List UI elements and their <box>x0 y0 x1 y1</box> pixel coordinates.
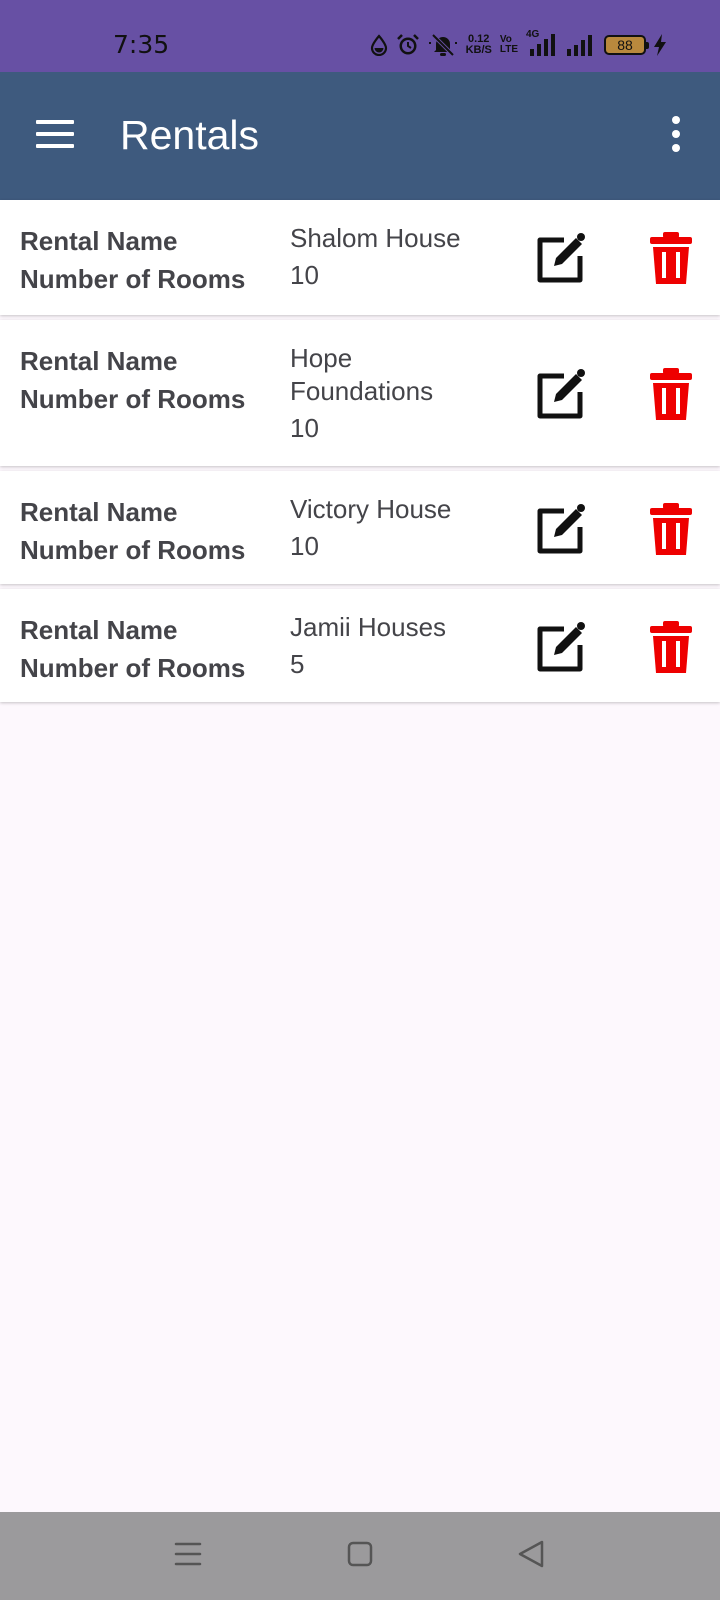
volte-bottom: LTE <box>499 44 518 55</box>
signal-icon <box>567 35 592 56</box>
rental-name-label: Rental Name <box>20 615 178 645</box>
network-speed-unit: KB/S <box>465 44 492 56</box>
rental-values: Jamii Houses 5 <box>290 611 490 681</box>
rental-name-value: Jamii Houses <box>290 612 447 642</box>
signal-4g-icon: 4G <box>526 29 558 57</box>
edit-button[interactable] <box>534 619 590 675</box>
rental-card: Rental Name Number of Rooms Jamii Houses… <box>0 589 720 702</box>
network-speed: 0.12 KB/S <box>466 34 492 56</box>
edit-button[interactable] <box>534 230 590 286</box>
page-title: Rentals <box>120 112 260 158</box>
edit-button[interactable] <box>534 501 590 557</box>
rental-card: Rental Name Number of Rooms Victory Hous… <box>0 471 720 584</box>
delete-button[interactable] <box>648 619 694 675</box>
app-bar: Rentals <box>0 72 720 200</box>
rooms-value: 10 <box>290 531 319 561</box>
edit-icon <box>537 622 585 672</box>
home-button[interactable] <box>338 1532 382 1576</box>
home-icon <box>347 1541 373 1567</box>
rooms-value: 10 <box>290 260 319 290</box>
recent-apps-icon <box>174 1542 202 1566</box>
bell-off-icon <box>428 33 457 57</box>
delete-button[interactable] <box>648 366 694 422</box>
rental-card: Rental Name Number of Rooms Hope Foundat… <box>0 320 720 466</box>
rental-list: Rental Name Number of Rooms Shalom House… <box>0 200 720 707</box>
edit-icon <box>537 233 585 283</box>
more-vertical-icon[interactable] <box>660 116 690 156</box>
hamburger-menu-icon[interactable] <box>36 120 76 152</box>
status-time: 7:35 <box>113 30 170 59</box>
volte-indicator: Vo LTE <box>500 35 518 55</box>
alarm-icon <box>396 34 419 55</box>
battery-icon: 88 <box>604 35 649 55</box>
rental-values: Hope Foundations 10 <box>290 342 490 445</box>
edit-icon <box>537 504 585 554</box>
rental-name-value: Hope Foundations <box>290 343 434 406</box>
recent-apps-button[interactable] <box>166 1532 210 1576</box>
rental-name-label: Rental Name <box>20 226 178 256</box>
rental-name-label: Rental Name <box>20 497 178 527</box>
rooms-value: 5 <box>290 649 305 679</box>
rooms-label: Number of Rooms <box>20 535 246 565</box>
rental-labels: Rental Name Number of Rooms <box>20 493 270 569</box>
rental-name-value: Victory House <box>290 494 452 524</box>
rental-labels: Rental Name Number of Rooms <box>20 342 270 418</box>
trash-icon <box>650 368 692 420</box>
delete-button[interactable] <box>648 230 694 286</box>
rental-name-value: Shalom House <box>290 223 461 253</box>
rental-values: Victory House 10 <box>290 493 490 563</box>
battery-level: 88 <box>617 37 633 53</box>
charging-icon <box>654 34 666 56</box>
rental-name-label: Rental Name <box>20 346 178 376</box>
rooms-label: Number of Rooms <box>20 264 246 294</box>
edit-icon <box>537 369 585 419</box>
delete-button[interactable] <box>648 501 694 557</box>
status-bar: 7:35 0.12 KB/S Vo LTE 4G 88 <box>0 0 720 72</box>
rooms-label: Number of Rooms <box>20 384 246 414</box>
rental-values: Shalom House 10 <box>290 222 490 292</box>
rental-labels: Rental Name Number of Rooms <box>20 222 270 298</box>
trash-icon <box>650 503 692 555</box>
trash-icon <box>650 621 692 673</box>
trash-icon <box>650 232 692 284</box>
rooms-label: Number of Rooms <box>20 653 246 683</box>
edit-button[interactable] <box>534 366 590 422</box>
status-icons: 0.12 KB/S Vo LTE 4G 88 <box>370 29 666 60</box>
rental-card: Rental Name Number of Rooms Shalom House… <box>0 200 720 315</box>
back-icon <box>518 1540 544 1568</box>
back-button[interactable] <box>510 1532 554 1576</box>
system-nav-bar <box>0 1512 720 1600</box>
water-drop-icon <box>370 34 387 56</box>
rooms-value: 10 <box>290 413 319 443</box>
rental-labels: Rental Name Number of Rooms <box>20 611 270 687</box>
